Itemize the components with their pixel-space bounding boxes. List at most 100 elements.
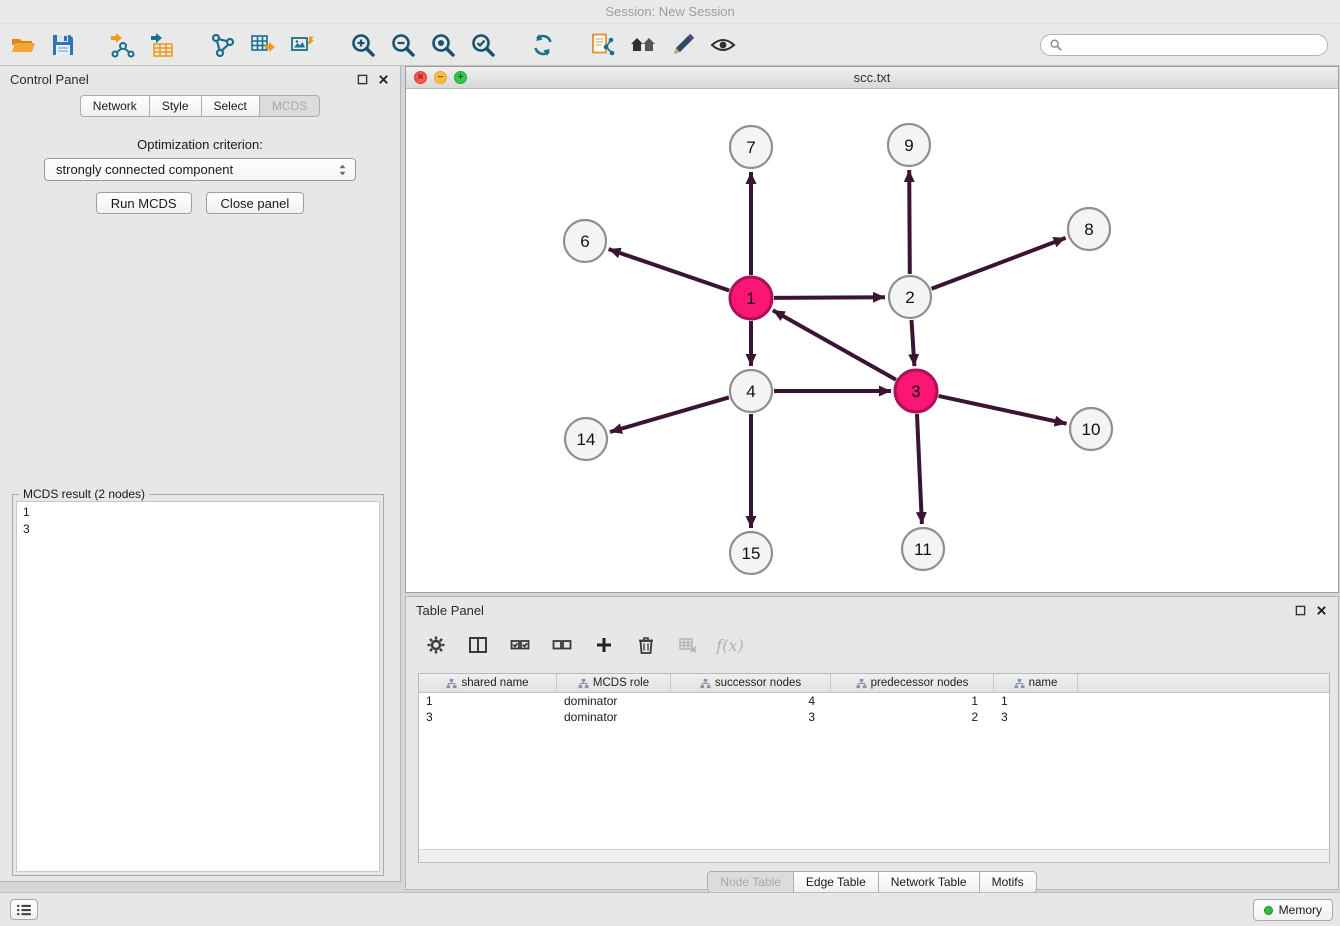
table-tab-network-table[interactable]: Network Table — [878, 871, 980, 893]
node-label: 1 — [746, 289, 755, 308]
table-tab-edge-table[interactable]: Edge Table — [793, 871, 879, 893]
control-panel-tabs: NetworkStyleSelectMCDS — [0, 95, 400, 117]
style-button[interactable] — [668, 30, 698, 60]
node-9[interactable]: 9 — [888, 124, 930, 166]
node-10[interactable]: 10 — [1070, 408, 1112, 450]
edge-4-14[interactable] — [610, 397, 729, 432]
optimization-criterion-label: Optimization criterion: — [0, 137, 400, 152]
table-tab-motifs[interactable]: Motifs — [979, 871, 1037, 893]
node-6[interactable]: 6 — [564, 220, 606, 262]
control-tab-mcds[interactable]: MCDS — [259, 95, 320, 117]
table-tab-node-table[interactable]: Node Table — [707, 871, 794, 893]
table-panel-title: Table Panel — [416, 603, 484, 618]
edge-2-9[interactable] — [909, 170, 910, 274]
gear-button[interactable] — [422, 631, 450, 659]
node-8[interactable]: 8 — [1068, 208, 1110, 250]
table-row[interactable]: 1dominator411 — [419, 693, 1329, 709]
edge-3-11[interactable] — [917, 414, 922, 524]
column-header-name[interactable]: name — [994, 674, 1078, 692]
table-toolbar: f(x) — [416, 623, 744, 667]
zoom-out-button[interactable] — [388, 30, 418, 60]
import-table-button[interactable] — [148, 30, 178, 60]
window-close-button[interactable]: × — [414, 71, 427, 84]
window-zoom-button[interactable]: + — [454, 71, 467, 84]
table-cell: dominator — [557, 709, 671, 725]
edge-3-10[interactable] — [939, 396, 1067, 424]
close-panel-button[interactable]: Close panel — [206, 192, 305, 214]
zoom-in-button[interactable] — [348, 30, 378, 60]
zoom-selected-button[interactable] — [468, 30, 498, 60]
home-button[interactable] — [628, 30, 658, 60]
eye-button[interactable] — [708, 30, 738, 60]
zoom-fit-button[interactable] — [428, 30, 458, 60]
first-neighbors-button[interactable] — [588, 30, 618, 60]
delete-column-button[interactable] — [632, 631, 660, 659]
gear-icon — [426, 635, 446, 655]
refresh-icon — [530, 32, 556, 58]
node-1[interactable]: 1 — [730, 277, 772, 319]
zoom-selected-icon — [470, 32, 496, 58]
node-11[interactable]: 11 — [902, 528, 944, 570]
node-7[interactable]: 7 — [730, 126, 772, 168]
column-header-MCDS-role[interactable]: MCDS role — [557, 674, 671, 692]
table-panel-close-button[interactable] — [1315, 604, 1328, 617]
panels-menu-button[interactable] — [10, 899, 38, 920]
node-4[interactable]: 4 — [730, 370, 772, 412]
node-15[interactable]: 15 — [730, 532, 772, 574]
edge-3-1[interactable] — [773, 310, 896, 379]
open-icon — [10, 32, 36, 58]
export-image-button[interactable] — [288, 30, 318, 60]
table-cell: 3 — [994, 709, 1078, 725]
node-3[interactable]: 3 — [895, 370, 937, 412]
control-panel-float-button[interactable] — [356, 73, 369, 86]
control-panel: Control Panel NetworkStyleSelectMCDS Opt… — [0, 66, 401, 882]
import-network-button[interactable] — [108, 30, 138, 60]
table-panel-float-button[interactable] — [1294, 604, 1307, 617]
zoom-in-icon — [350, 32, 376, 58]
window-minimize-button[interactable]: − — [434, 71, 447, 84]
deselect-all-button[interactable] — [548, 631, 576, 659]
control-tab-network[interactable]: Network — [80, 95, 150, 117]
column-header-predecessor-nodes[interactable]: predecessor nodes — [831, 674, 994, 692]
edge-2-3[interactable] — [912, 320, 915, 366]
node-14[interactable]: 14 — [565, 418, 607, 460]
horizontal-scrollbar[interactable] — [419, 849, 1329, 862]
memory-button[interactable]: Memory — [1253, 899, 1333, 921]
save-button[interactable] — [48, 30, 78, 60]
edge-1-6[interactable] — [609, 249, 730, 290]
table-cell: 3 — [419, 709, 557, 725]
column-sort-icon — [1014, 678, 1025, 689]
network-button[interactable] — [208, 30, 238, 60]
column-sort-icon — [856, 678, 867, 689]
refresh-button[interactable] — [528, 30, 558, 60]
control-tab-style[interactable]: Style — [149, 95, 202, 117]
control-panel-close-button[interactable] — [377, 73, 390, 86]
node-2[interactable]: 2 — [889, 276, 931, 318]
select-all-button[interactable] — [506, 631, 534, 659]
close-icon — [1316, 605, 1327, 616]
edge-2-8[interactable] — [932, 238, 1066, 289]
network-window-titlebar[interactable]: ×−+scc.txt — [406, 67, 1338, 89]
style-icon — [670, 32, 696, 58]
run-mcds-button[interactable]: Run MCDS — [96, 192, 192, 214]
column-header-label: shared name — [461, 677, 528, 689]
network-graph[interactable]: 7 9 6 8 1 2 4 3 14 10 15 11 — [406, 89, 1338, 592]
mcds-result-list[interactable]: 1 3 — [16, 501, 380, 872]
export-table-button[interactable] — [248, 30, 278, 60]
search-input[interactable] — [1068, 38, 1319, 52]
add-column-button[interactable] — [590, 631, 618, 659]
table-row[interactable]: 3dominator323 — [419, 709, 1329, 725]
edge-1-2[interactable] — [774, 297, 885, 298]
search-box[interactable] — [1040, 34, 1328, 56]
node-label: 11 — [914, 540, 932, 559]
criterion-dropdown[interactable]: strongly connected component — [44, 158, 356, 181]
column-header-successor-nodes[interactable]: successor nodes — [671, 674, 831, 692]
table-cell: 2 — [831, 709, 994, 725]
column-sort-icon — [446, 678, 457, 689]
columns-button[interactable] — [464, 631, 492, 659]
node-label: 10 — [1082, 420, 1101, 439]
column-header-shared-name[interactable]: shared name — [419, 674, 557, 692]
memory-label: Memory — [1279, 903, 1322, 917]
open-button[interactable] — [8, 30, 38, 60]
control-tab-select[interactable]: Select — [201, 95, 260, 117]
